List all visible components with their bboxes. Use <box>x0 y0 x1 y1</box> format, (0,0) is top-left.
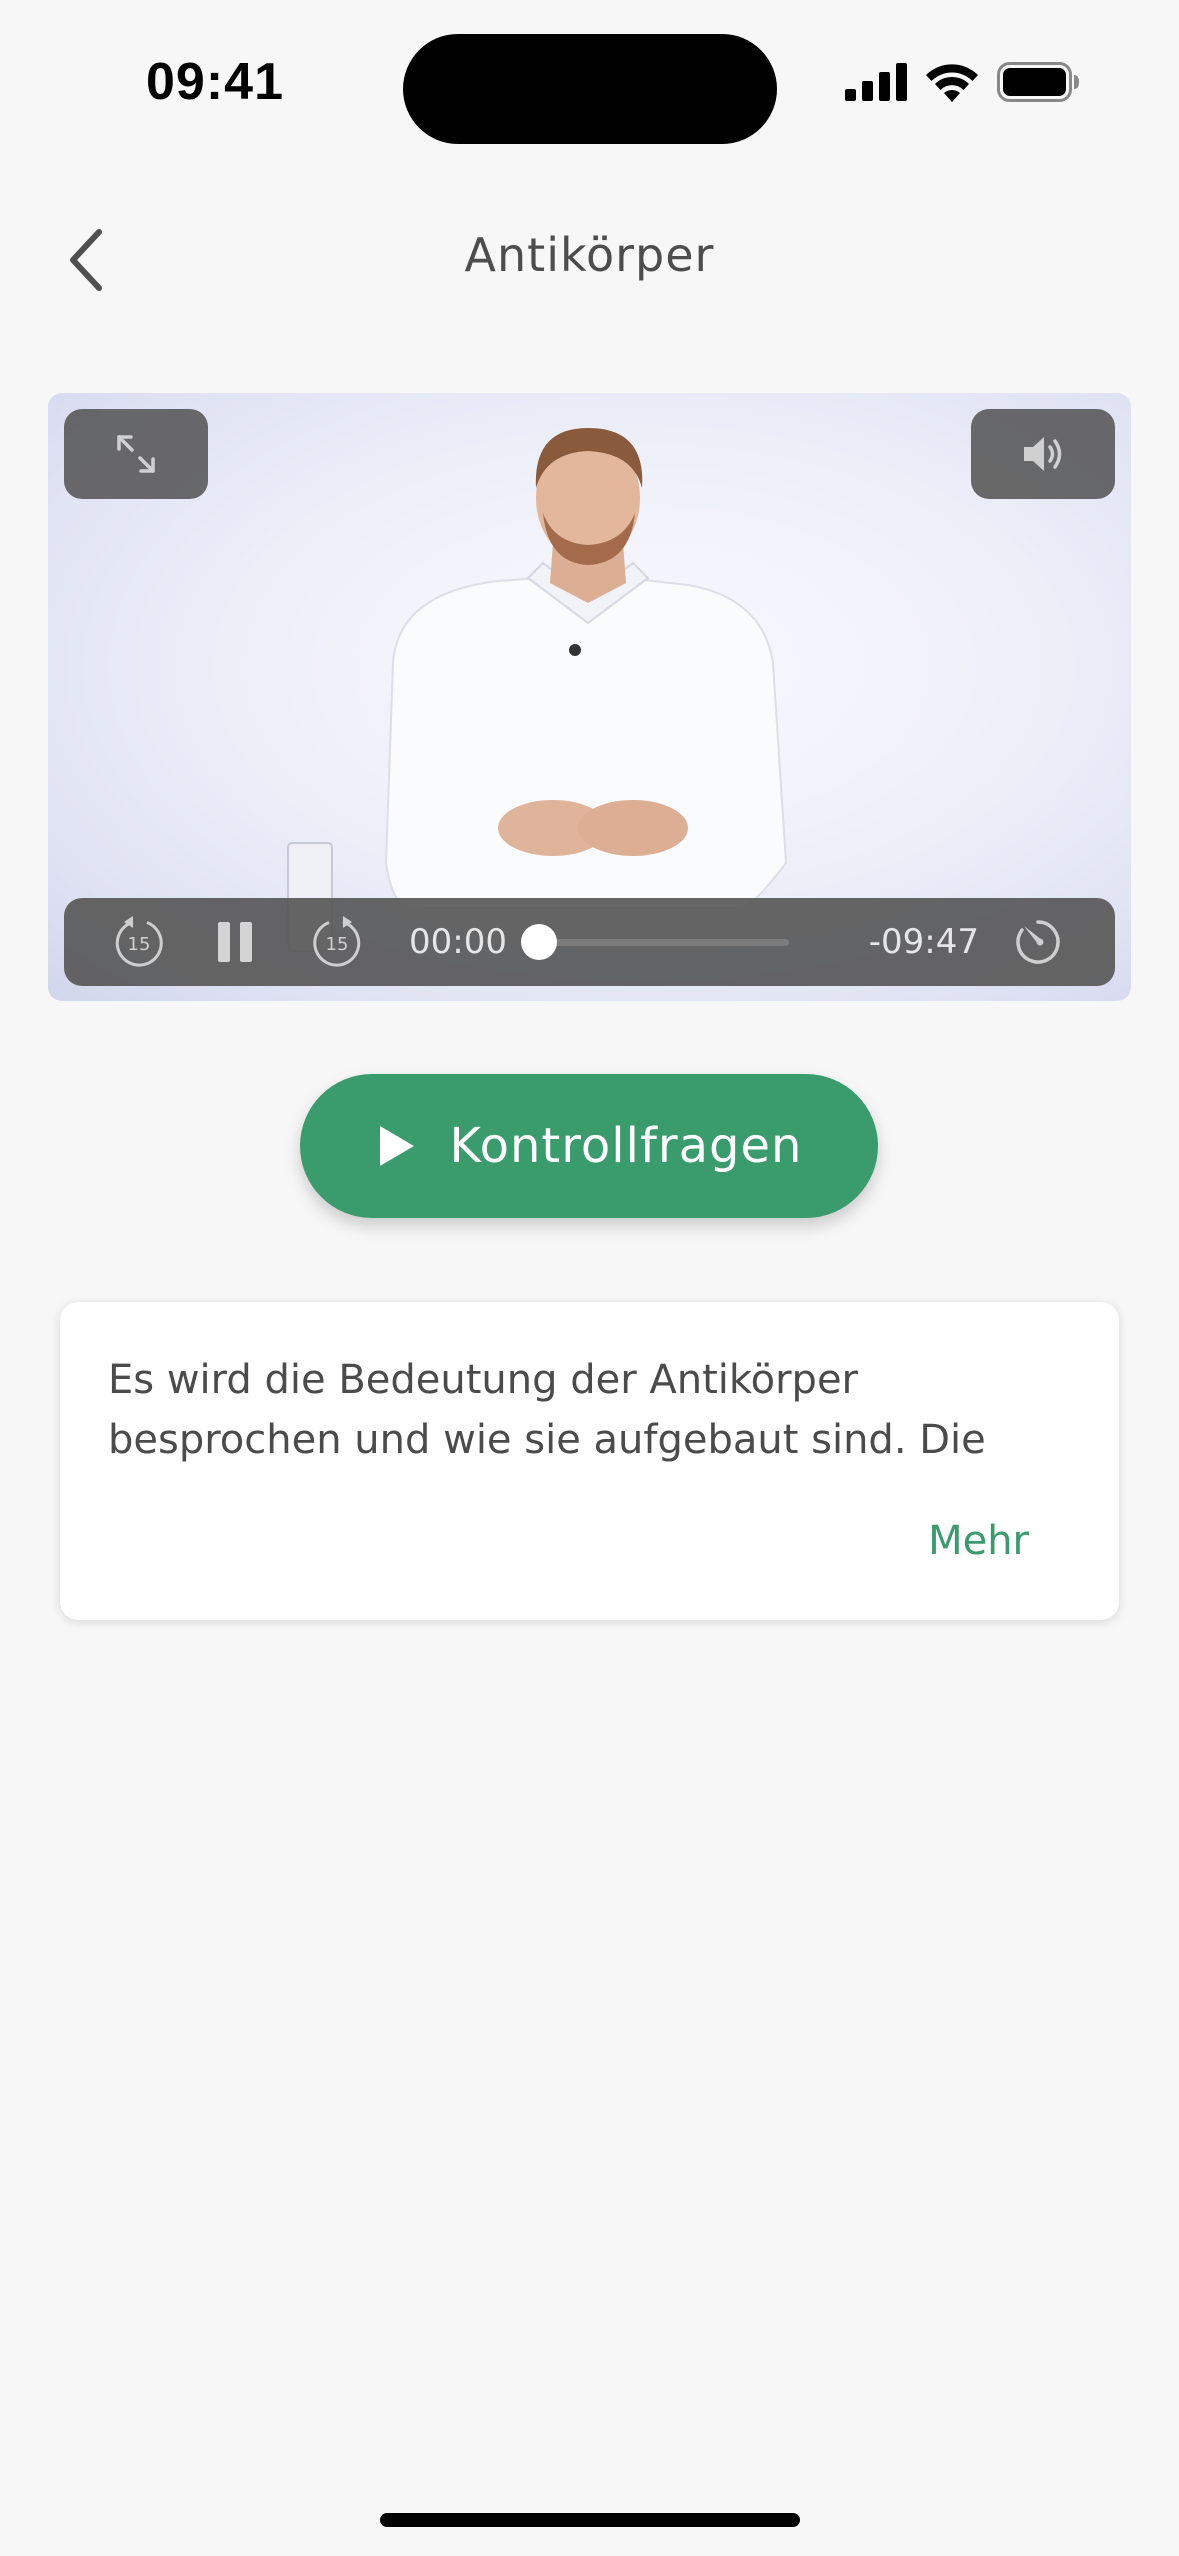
gauge-icon <box>1016 920 1060 964</box>
pause-button[interactable] <box>209 898 261 986</box>
quiz-button[interactable]: Kontrollfragen <box>300 1074 878 1218</box>
battery-icon <box>997 62 1079 102</box>
playback-speed-button[interactable] <box>1010 898 1066 986</box>
video-control-bar: 15 15 00:00 -09:47 <box>64 898 1115 986</box>
description-card: Es wird die Bedeutung der Antikörper bes… <box>60 1302 1119 1620</box>
progress-thumb[interactable] <box>521 924 557 960</box>
elapsed-time-container: 00:00 <box>409 898 519 986</box>
home-indicator[interactable] <box>380 2513 800 2527</box>
progress-track[interactable] <box>539 939 789 946</box>
rewind-15-icon: 15 <box>115 916 163 967</box>
rewind-seconds: 15 <box>128 934 151 955</box>
forward-15-icon: 15 <box>313 916 361 967</box>
more-link[interactable]: Mehr <box>928 1518 1029 1564</box>
pause-icon <box>218 922 252 962</box>
play-icon <box>379 1126 414 1166</box>
status-time: 09:41 <box>146 53 284 111</box>
forward-button[interactable]: 15 <box>308 898 366 986</box>
status-icons <box>845 62 1079 102</box>
page-title: Antikörper <box>464 228 715 282</box>
dynamic-island <box>403 34 777 144</box>
elapsed-time: 00:00 <box>409 922 507 962</box>
video-player[interactable]: 15 15 00:00 -09:47 <box>48 393 1131 1001</box>
rewind-button[interactable]: 15 <box>110 898 168 986</box>
wifi-icon <box>926 64 978 102</box>
remaining-time: -09:47 <box>868 922 979 962</box>
volume-button[interactable] <box>971 409 1115 499</box>
remaining-time-container: -09:47 <box>849 898 979 986</box>
quiz-button-label: Kontrollfragen <box>449 1118 803 1174</box>
description-text: Es wird die Bedeutung der Antikörper bes… <box>108 1357 986 1463</box>
speaker-icon <box>1024 437 1062 471</box>
cellular-signal-icon <box>845 63 907 101</box>
forward-seconds: 15 <box>326 934 349 955</box>
fullscreen-button[interactable] <box>64 409 208 499</box>
expand-arrows-icon <box>117 435 155 473</box>
